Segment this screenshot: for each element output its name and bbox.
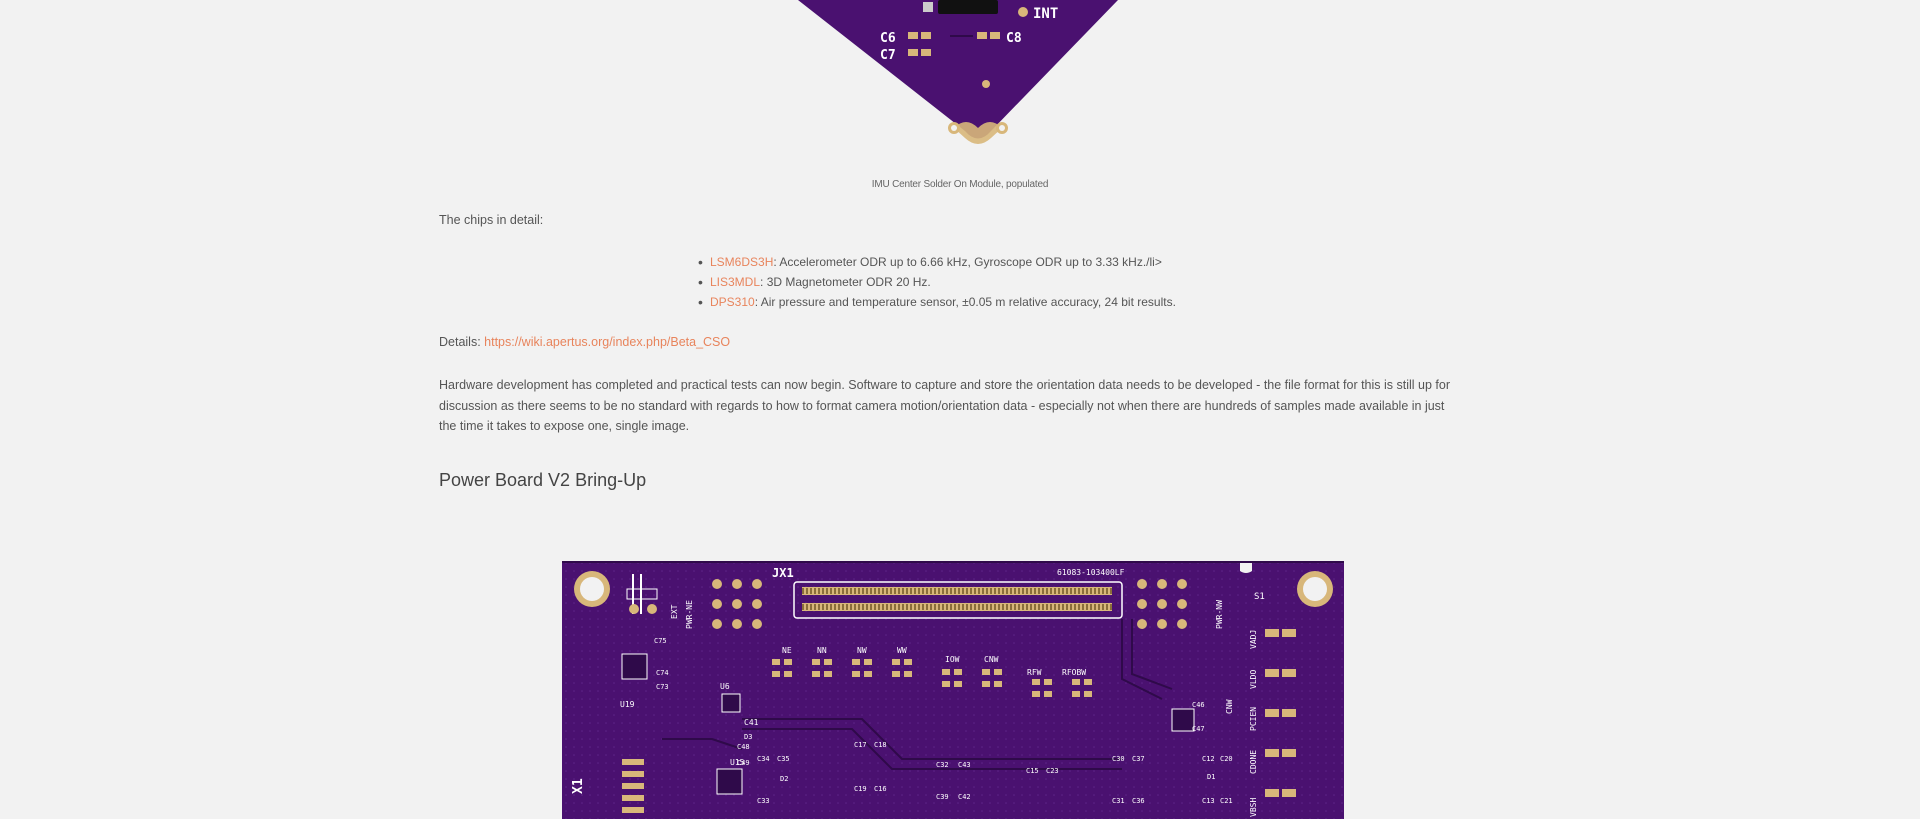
chip-link-lsm6ds3h[interactable]: LSM6DS3H [710,255,773,269]
c36-label: C36 [1132,797,1145,805]
c33-label: C33 [757,797,770,805]
section-heading: Power Board V2 Bring-Up [439,470,647,490]
d3-label: D3 [744,733,752,741]
d1-label: D1 [1207,773,1215,781]
c34-label: C34 [757,755,770,763]
pwr-nw-label: PWR-NW [1215,600,1224,629]
c6-label: C6 [880,31,896,46]
imu-module-image: INT C6 C7 C8 [798,0,1118,144]
hardware-paragraph: Hardware development has completed and p… [439,378,1450,433]
details-paragraph: Details: https://wiki.apertus.org/index.… [439,332,1461,352]
part-label: 61083-103400LF [1057,568,1125,577]
chip-desc: : Accelerometer ODR up to 6.66 kHz, Gyro… [773,255,1162,269]
power-board-image: JX1 61083-103400LF S1 NE NN NW WW IOW CN… [562,561,1344,819]
c19-label: C19 [854,785,867,793]
ww-label: WW [897,646,907,655]
chips-list: LSM6DS3H: Accelerometer ODR up to 6.66 k… [698,252,1176,312]
c35-label: C35 [777,755,790,763]
c30-label: C30 [1112,755,1125,763]
c32-label: C32 [936,761,949,769]
vldo-label: VLDO [1249,670,1258,689]
c23-label: C23 [1046,767,1059,775]
rfw-label: RFW [1027,668,1042,677]
u19-label: U19 [620,700,635,709]
c75-label: C75 [654,637,667,645]
c17-label: C17 [854,741,867,749]
cnw2-label: CNW [1225,699,1234,714]
c46-label: C46 [1192,701,1205,709]
c12-label: C12 [1202,755,1215,763]
int-label: INT [1033,6,1058,22]
details-label: Details: [439,335,485,349]
c8-label: C8 [1006,31,1022,46]
image-caption: IMU Center Solder On Module, populated [871,179,1049,190]
ext-label: EXT [670,604,679,619]
chip-link-lis3mdl[interactable]: LIS3MDL [710,275,760,289]
list-item: LSM6DS3H: Accelerometer ODR up to 6.66 k… [698,252,1176,272]
chip-link-dps310[interactable]: DPS310 [710,295,755,309]
c74-label: C74 [656,669,669,677]
s1-label: S1 [1254,592,1265,602]
c39-label: C39 [936,793,949,801]
d2-label: D2 [780,775,788,783]
nw-label: NW [857,646,867,655]
cdone-label: CDONE [1249,750,1258,774]
details-link[interactable]: https://wiki.apertus.org/index.php/Beta_… [484,335,730,349]
pcien-label: PCIEN [1249,707,1258,731]
vbsh-label: VBSH [1249,798,1258,817]
c48-label: C48 [737,743,750,751]
rfobw-label: RFOBW [1062,668,1086,677]
c13-label: C13 [1202,797,1215,805]
c21-label: C21 [1220,797,1233,805]
c31-label: C31 [1112,797,1125,805]
jx1-label: JX1 [772,566,794,580]
chip-desc: : 3D Magnetometer ODR 20 Hz. [760,275,931,289]
c37-label: C37 [1132,755,1145,763]
c20-label: C20 [1220,755,1233,763]
nn-label: NN [817,646,827,655]
list-item: LIS3MDL: 3D Magnetometer ODR 20 Hz. [698,272,1176,292]
c43-label: C43 [958,761,971,769]
cnw-label: CNW [984,655,999,664]
vadj-label: VADJ [1249,630,1258,649]
c16-label: C16 [874,785,887,793]
c47-label: C47 [1192,725,1205,733]
u6-label: U6 [720,682,730,691]
c7-label: C7 [880,48,896,63]
c73-label: C73 [656,683,669,691]
c49-label: C49 [737,759,750,767]
iow-label: IOW [945,655,960,664]
list-item: DPS310: Air pressure and temperature sen… [698,292,1176,312]
chips-intro: The chips in detail: [439,213,544,227]
c18-label: C18 [874,741,887,749]
ne-label: NE [782,646,792,655]
chip-desc: : Air pressure and temperature sensor, ±… [754,295,1176,309]
c15-label: C15 [1026,767,1039,775]
c42-label: C42 [958,793,971,801]
c41-label: C41 [744,718,759,727]
x1-label: X1 [571,778,586,794]
pwr-ne-label: PWR-NE [685,600,694,629]
